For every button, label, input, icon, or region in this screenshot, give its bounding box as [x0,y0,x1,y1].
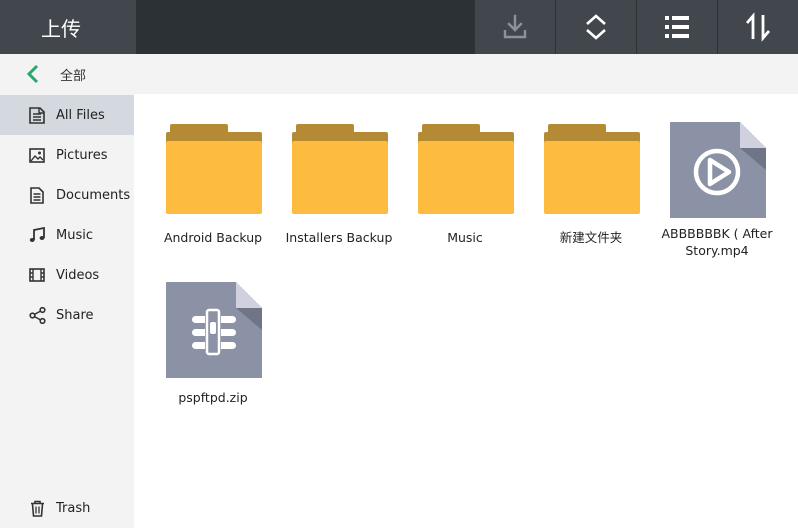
picture-icon [28,146,46,164]
sidebar-item-videos[interactable]: Videos [0,255,134,295]
file-thumb [654,122,780,222]
music-note-icon [28,226,46,244]
file-thumb [150,282,276,382]
film-icon [28,266,46,284]
file-grid: Android Backup Installers Backup Music 新… [136,94,798,528]
item-name: Music [447,230,483,245]
sidebar-item-label: Documents [56,187,131,203]
sidebar-item-trash[interactable]: Trash [0,488,134,528]
sidebar-item-documents[interactable]: Documents [0,175,134,215]
download-icon [503,14,527,39]
item-name: 新建文件夹 [559,230,623,245]
chevron-up-down-icon [586,14,606,40]
video-file-icon [670,122,766,218]
upload-button[interactable] [475,0,555,54]
list-view-button[interactable] [637,0,717,54]
sort-arrows-icon [745,12,771,42]
document-icon [28,186,46,204]
sidebar: All Files Pictures Documents Music Video… [0,94,134,528]
breadcrumb-current[interactable]: 全部 [60,65,86,84]
sidebar-item-label: Share [56,307,94,323]
sidebar-item-label: Pictures [56,147,108,163]
file-item[interactable]: ABBBBBBK ( After Story.mp4 [654,122,780,259]
sidebar-item-label: All Files [56,107,105,123]
folder-icon [276,122,402,222]
share-icon [28,306,46,324]
sort-button[interactable] [718,0,798,54]
folder-item[interactable]: 新建文件夹 [528,122,654,246]
zip-archive-icon [166,282,262,378]
folder-icon [150,122,276,222]
folder-item[interactable]: Android Backup [150,122,276,246]
file-item[interactable]: pspftpd.zip [150,282,276,406]
folder-item[interactable]: Music [402,122,528,246]
sidebar-item-pictures[interactable]: Pictures [0,135,134,175]
item-name: pspftpd.zip [178,390,248,405]
chevron-left-icon [26,64,39,84]
sidebar-item-label: Videos [56,267,100,283]
item-name: Android Backup [163,230,263,245]
folder-icon [528,122,654,222]
back-button[interactable] [26,54,56,94]
item-name-line: Story.mp4 [685,243,749,258]
folder-icon [402,122,528,222]
trash-icon [28,499,46,517]
sidebar-item-label: Music [56,227,93,243]
app-title: 上传 [0,0,136,54]
sidebar-item-label: Trash [56,500,91,516]
item-name: Installers Backup [285,230,393,245]
all-files-icon [28,106,46,124]
sidebar-item-share[interactable]: Share [0,295,134,335]
item-name: ABBBBBBK ( After Story.mp4 [654,225,780,259]
sort-order-button[interactable] [556,0,636,54]
sidebar-item-music[interactable]: Music [0,215,134,255]
sidebar-item-all-files[interactable]: All Files [0,95,134,135]
list-icon [665,16,689,38]
item-name-line: ABBBBBBK ( After [661,226,773,241]
breadcrumb: 全部 [0,54,798,94]
top-bar: 上传 [0,0,798,54]
folder-item[interactable]: Installers Backup [276,122,402,246]
